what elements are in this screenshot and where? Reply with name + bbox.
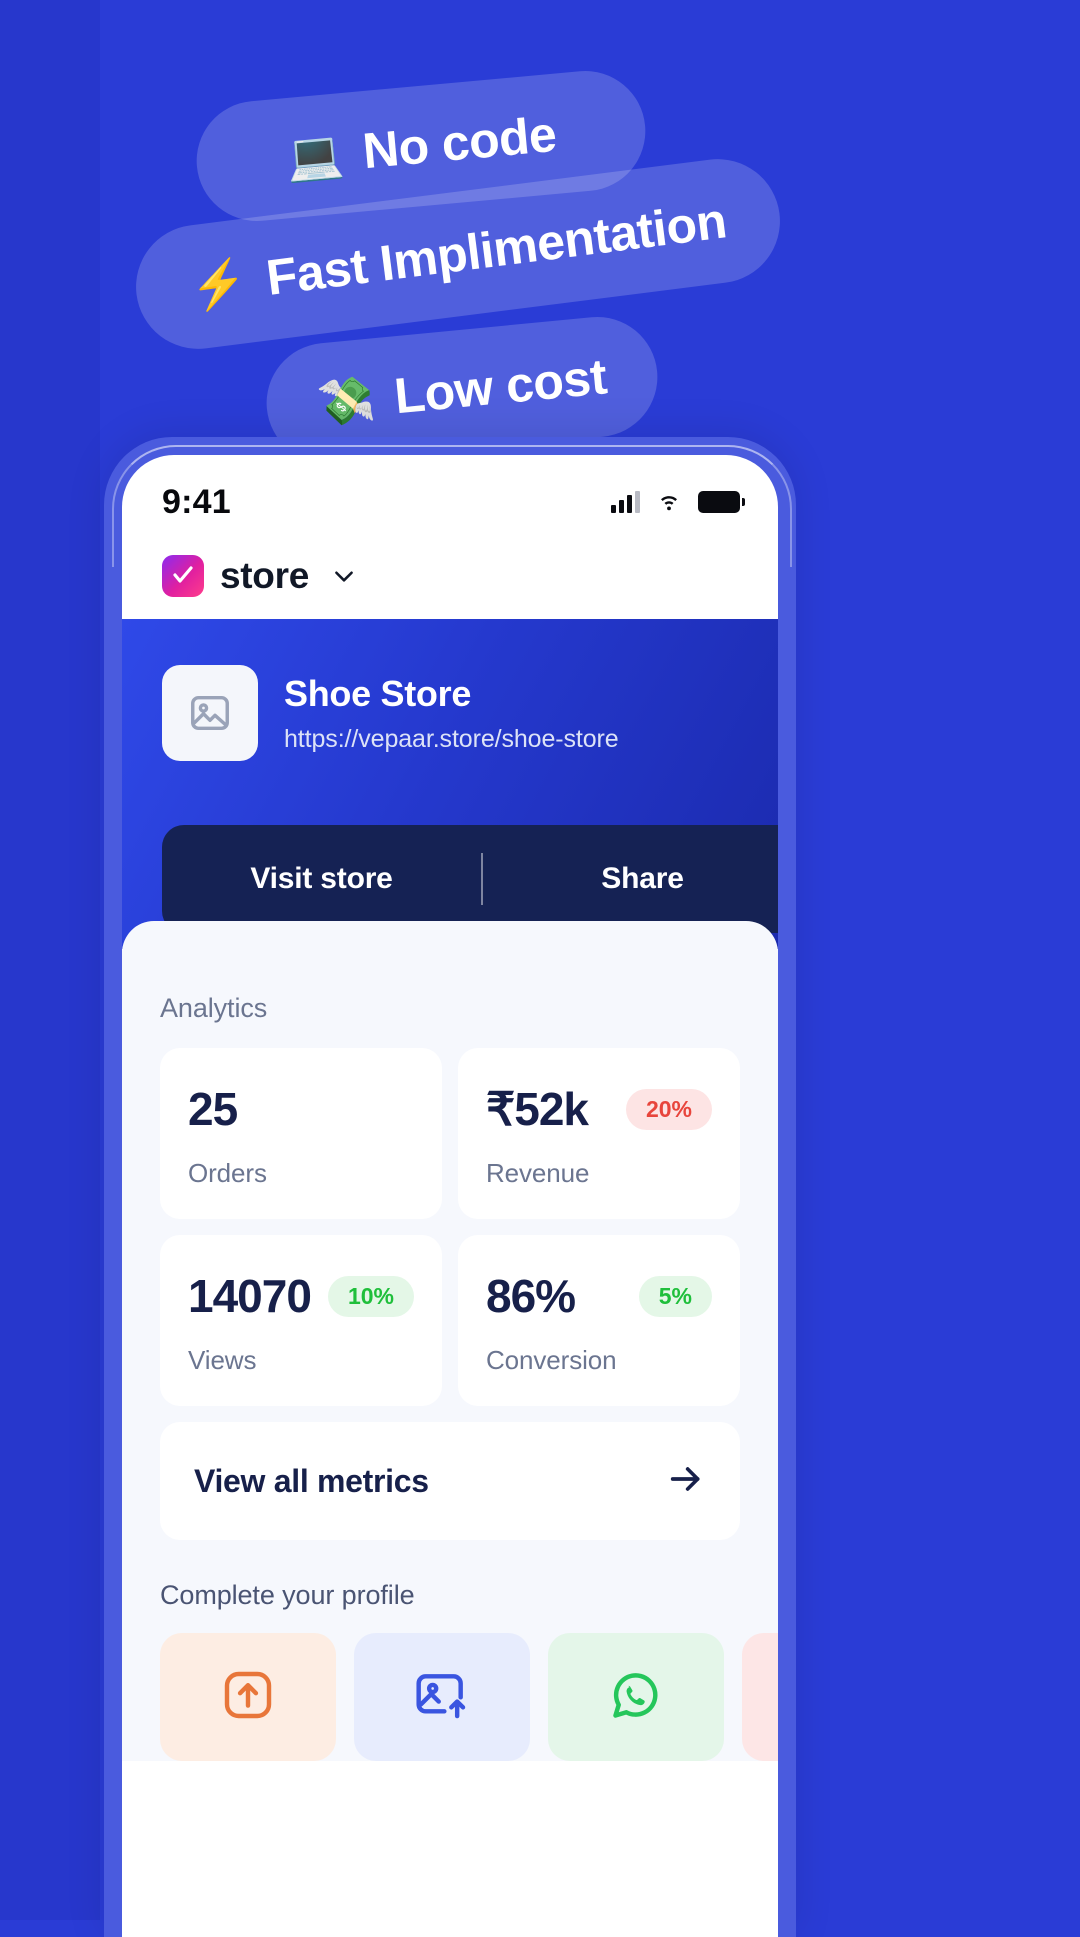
metric-card-top: 14070 10%: [188, 1269, 414, 1323]
store-action-bar: Visit store Share: [162, 825, 778, 933]
metric-label: Revenue: [486, 1158, 590, 1188]
metric-card-top: 25: [188, 1082, 414, 1136]
metric-card-top: 86% 5%: [486, 1269, 712, 1323]
chevron-down-icon[interactable]: [331, 563, 357, 589]
metric-card-revenue[interactable]: ₹52k 20% Revenue: [458, 1048, 740, 1219]
profile-chip-partial[interactable]: [742, 1633, 778, 1761]
metric-card-top: ₹52k 20%: [486, 1082, 712, 1136]
profile-chip-image[interactable]: [354, 1633, 530, 1761]
feature-pill-label: Fast Implimentation: [263, 192, 730, 306]
cellular-signal-icon: [611, 491, 640, 513]
app-bar: store: [122, 533, 778, 619]
lightning-emoji-icon: ⚡: [186, 254, 251, 314]
store-switcher-label[interactable]: store: [220, 555, 309, 597]
profile-chip-row: [160, 1633, 778, 1761]
status-bar-time: 9:41: [162, 482, 231, 521]
whatsapp-icon: [608, 1667, 664, 1728]
status-badge: 5%: [638, 1275, 712, 1317]
metric-card-views[interactable]: 14070 10% Views: [160, 1235, 442, 1406]
metric-label: Orders: [188, 1158, 267, 1188]
status-bar: 9:41: [122, 455, 778, 533]
view-all-metrics-label: View all metrics: [194, 1462, 429, 1499]
metric-value: 86%: [486, 1270, 576, 1322]
store-summary: Shoe Store https://vepaar.store/shoe-sto…: [162, 665, 738, 761]
metric-card-conversion[interactable]: 86% 5% Conversion: [458, 1235, 740, 1406]
background-rail: [0, 0, 100, 1920]
metric-value: 25: [188, 1083, 238, 1135]
analytics-grid: 25 Orders ₹52k 20% Revenue 14070 10% Vie…: [160, 1048, 740, 1406]
complete-profile-label: Complete your profile: [160, 1580, 415, 1610]
share-button[interactable]: Share: [483, 862, 778, 896]
vepaar-logo-icon: [162, 555, 204, 597]
money-wings-emoji-icon: 💸: [315, 372, 378, 430]
metric-value: 14070: [188, 1270, 312, 1322]
view-all-metrics-button[interactable]: View all metrics: [160, 1422, 740, 1540]
store-url[interactable]: https://vepaar.store/shoe-store: [284, 725, 619, 754]
phone-mockup: 9:41 store Shoe Store https://vepaar.sto…: [104, 437, 796, 1937]
store-hero: Shoe Store https://vepaar.store/shoe-sto…: [122, 619, 778, 949]
arrow-right-icon: [666, 1459, 706, 1504]
status-badge: 10%: [327, 1275, 414, 1317]
analytics-section-label: Analytics: [160, 993, 268, 1023]
battery-full-icon: [698, 491, 745, 513]
metric-label: Conversion: [486, 1345, 617, 1375]
image-placeholder-icon[interactable]: [162, 665, 258, 761]
content-sheet: Analytics 25 Orders ₹52k 20% Revenue 140…: [122, 921, 778, 1761]
image-upload-icon: [414, 1667, 470, 1728]
status-badge: 20%: [625, 1088, 712, 1130]
store-name: Shoe Store: [284, 672, 472, 714]
wifi-icon: [654, 488, 684, 517]
upload-box-icon: [220, 1667, 276, 1728]
metric-value: ₹52k: [486, 1083, 589, 1135]
status-bar-indicators: [611, 488, 745, 517]
store-text-block: Shoe Store https://vepaar.store/shoe-sto…: [284, 673, 619, 754]
phone-screen: 9:41 store Shoe Store https://vepaar.sto…: [122, 455, 778, 1937]
visit-store-button[interactable]: Visit store: [162, 862, 481, 896]
metric-card-orders[interactable]: 25 Orders: [160, 1048, 442, 1219]
profile-chip-whatsapp[interactable]: [548, 1633, 724, 1761]
profile-chip-upload[interactable]: [160, 1633, 336, 1761]
metric-label: Views: [188, 1345, 257, 1375]
feature-pill-label: Low cost: [391, 348, 610, 425]
feature-pill-label: No code: [360, 105, 559, 180]
laptop-emoji-icon: 💻: [283, 127, 346, 185]
